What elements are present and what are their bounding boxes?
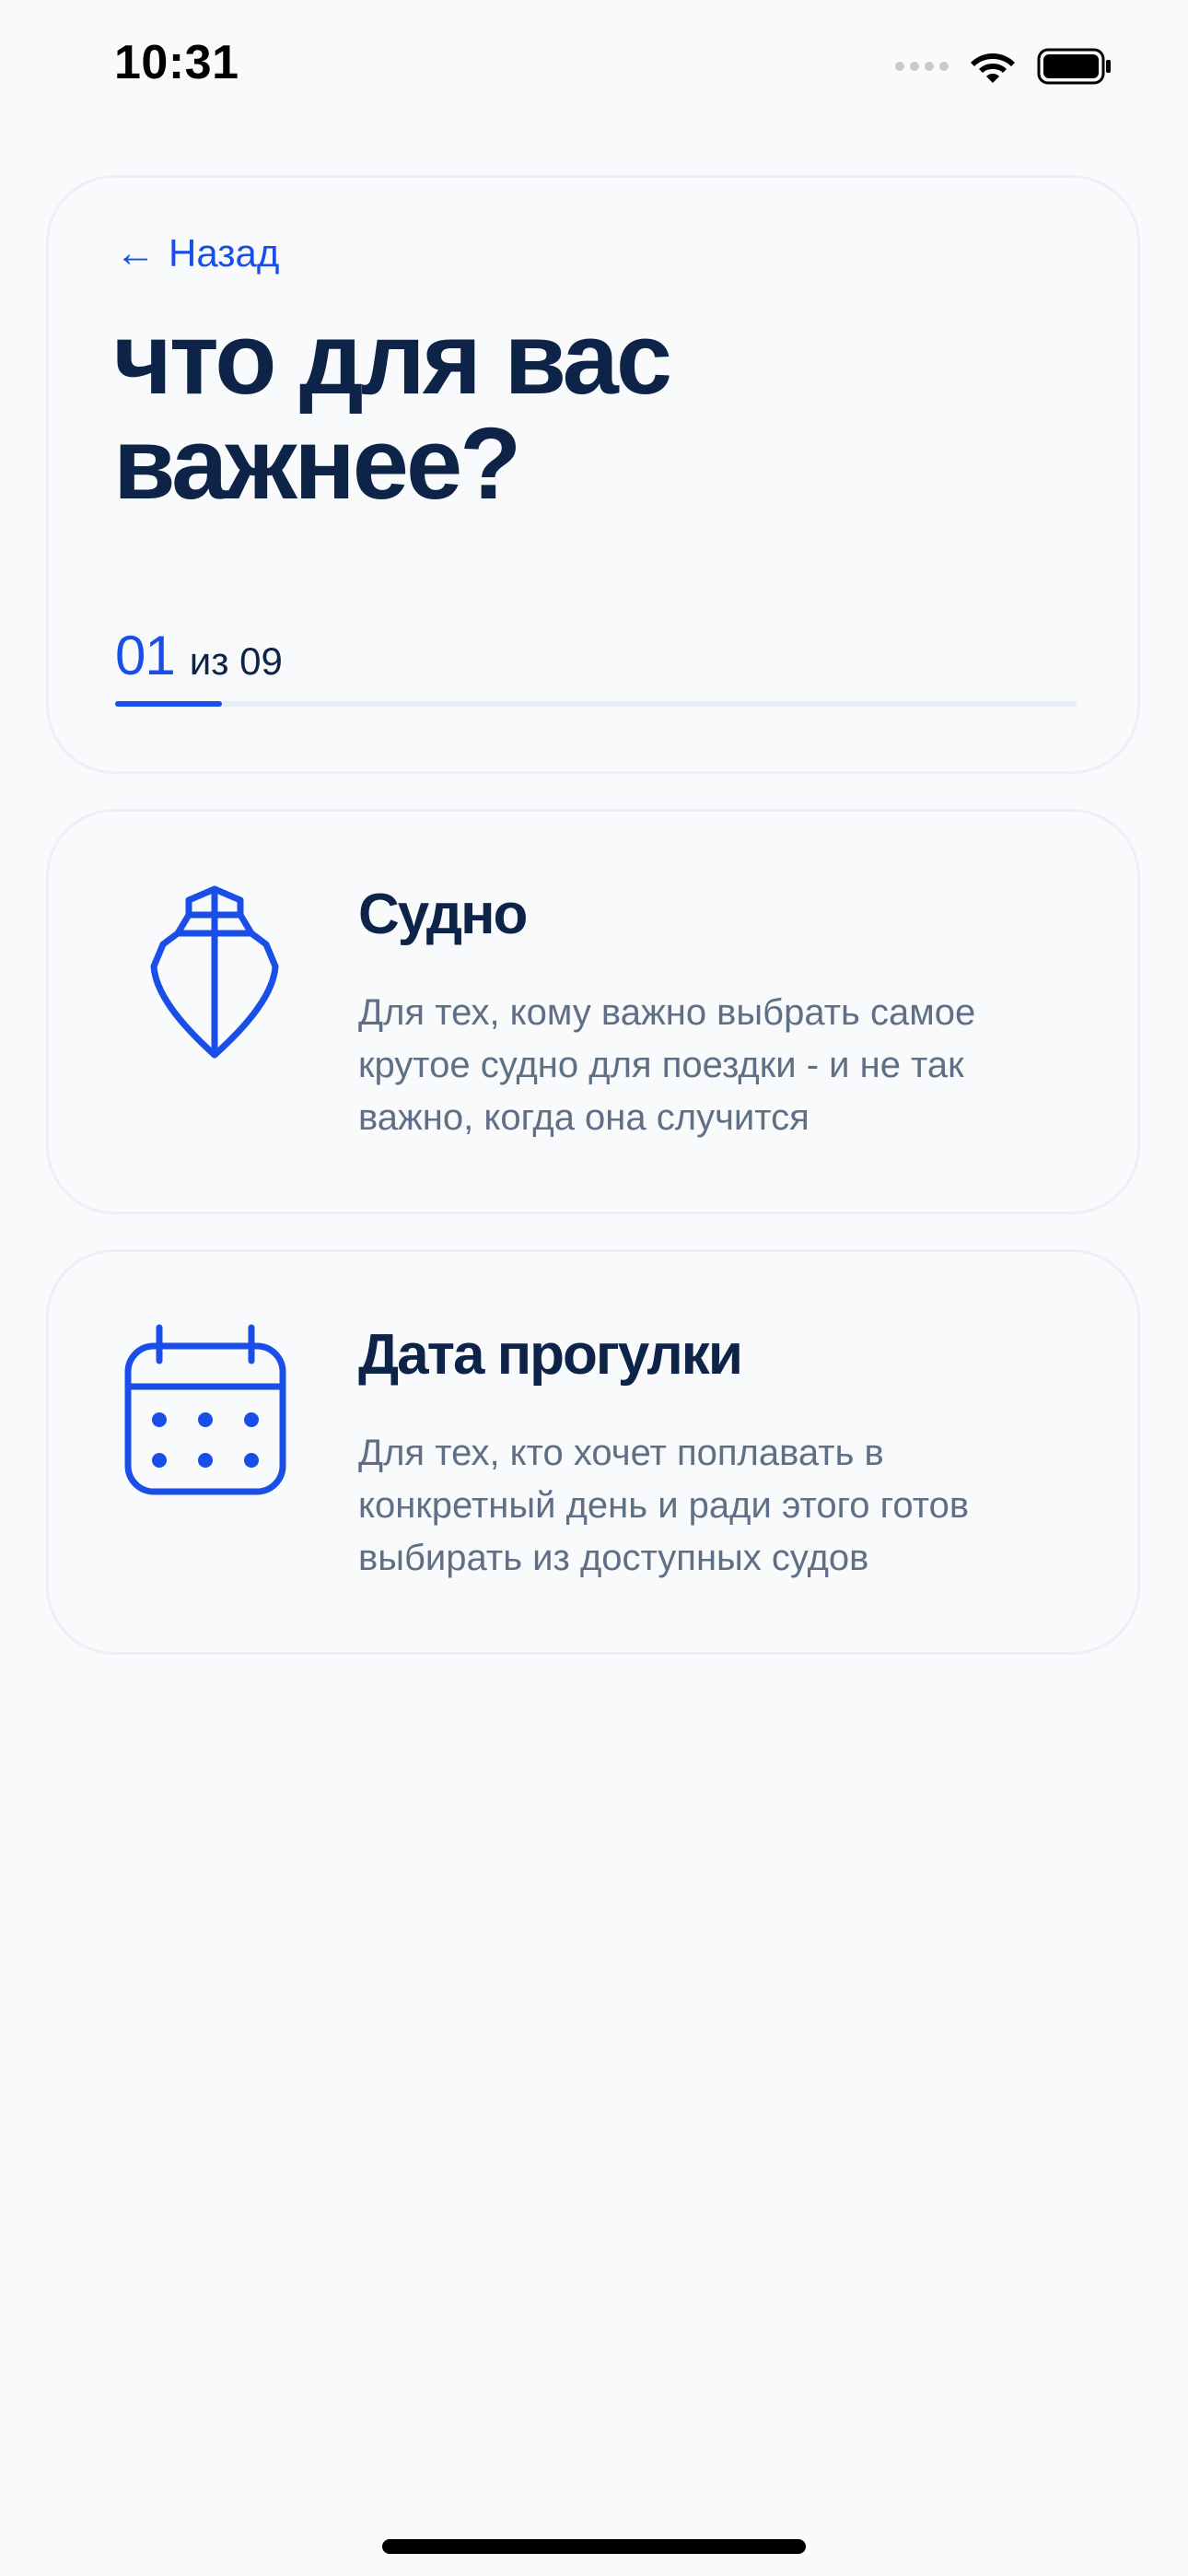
step-counter: 01 из 09 (115, 624, 283, 687)
progress-fill (115, 701, 222, 707)
signal-icon (895, 62, 949, 71)
step-total: из 09 (189, 639, 283, 683)
option-description: Для тех, кому важно выбрать самое крутое… (358, 992, 976, 1138)
option-description: Для тех, кто хочет поплавать в конкретны… (358, 1433, 970, 1578)
calendar-icon (124, 1324, 286, 1495)
status-icons (895, 42, 1112, 90)
status-time: 10:31 (114, 36, 239, 89)
back-button[interactable]: ← Назад (115, 231, 279, 275)
battery-icon (1037, 48, 1111, 85)
option-title: Судно (358, 883, 528, 946)
option-card-date[interactable]: Дата прогулки Для тех, кто хочет поплава… (46, 1249, 1140, 1655)
step-current: 01 (115, 625, 176, 686)
page-title: что для вас важнее? (113, 302, 672, 521)
ship-icon (150, 885, 279, 1059)
progress-bar (115, 701, 1077, 707)
option-card-vessel[interactable]: Судно Для тех, кому важно выбрать самое … (46, 809, 1140, 1214)
status-bar: 10:31 (0, 0, 1188, 138)
wifi-icon (971, 53, 1015, 83)
home-indicator[interactable] (382, 2539, 806, 2554)
header-card: ← Назад что для вас важнее? 01 из 09 (46, 175, 1140, 774)
back-label: Назад (169, 231, 280, 275)
arrow-left-icon: ← (115, 230, 156, 275)
option-title: Дата прогулки (358, 1323, 743, 1387)
